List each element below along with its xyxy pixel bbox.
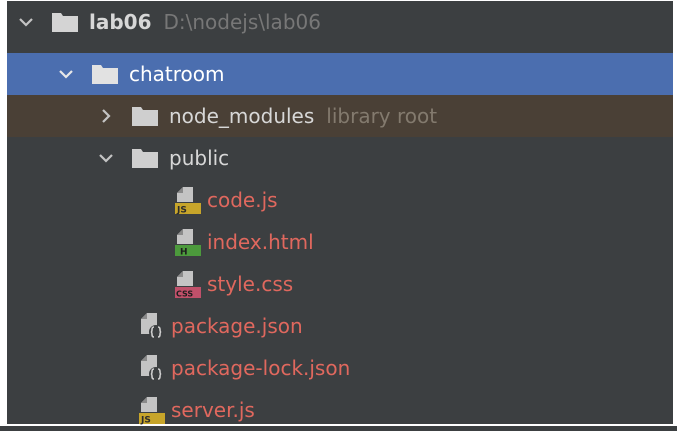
- tree-node-label: package.json: [171, 314, 303, 338]
- tree-node-label: server.js: [171, 398, 255, 422]
- tree-node-public[interactable]: public: [7, 137, 673, 179]
- tree-node-label: chatroom: [129, 62, 225, 86]
- tree-node-style-css[interactable]: CSS style.css: [7, 263, 673, 305]
- tree-node-label: index.html: [207, 230, 314, 254]
- js-file-icon: JS: [171, 184, 203, 216]
- js-badge-text: JS: [176, 206, 187, 216]
- css-badge-text: CSS: [176, 290, 193, 299]
- folder-icon: [51, 11, 79, 33]
- chevron-down-icon[interactable]: [55, 63, 77, 85]
- js-file-icon: JS: [135, 394, 167, 426]
- tree-node-node-modules[interactable]: node_modules library root: [7, 95, 673, 137]
- tree-node-package-lock-json[interactable]: package-lock.json: [7, 347, 673, 389]
- tree-node-lab06[interactable]: lab06 D:\nodejs\lab06: [7, 1, 673, 43]
- html-file-icon: H: [171, 226, 203, 258]
- folder-icon: [131, 105, 159, 127]
- css-file-icon: CSS: [171, 268, 203, 300]
- library-root-label: library root: [326, 104, 438, 128]
- json-file-icon: [135, 310, 167, 342]
- folder-icon: [91, 63, 119, 85]
- tree-node-index-html[interactable]: H index.html: [7, 221, 673, 263]
- chevron-right-icon[interactable]: [95, 105, 117, 127]
- json-file-icon: [135, 352, 167, 384]
- tree-node-chatroom[interactable]: chatroom: [7, 53, 673, 95]
- tree-node-label: package-lock.json: [171, 356, 351, 380]
- tree-node-code-js[interactable]: JS code.js: [7, 179, 673, 221]
- tree-node-label: public: [169, 146, 230, 170]
- js-badge-text: JS: [140, 416, 151, 426]
- tree-node-label: node_modules: [169, 104, 315, 128]
- tree-node-package-json[interactable]: package.json: [7, 305, 673, 347]
- tree-node-label: style.css: [207, 272, 294, 296]
- tree-node-server-js[interactable]: JS server.js: [7, 389, 673, 431]
- tree-node-label: lab06: [89, 10, 152, 34]
- project-tree[interactable]: lab06 D:\nodejs\lab06 chatroom node_modu…: [0, 0, 677, 426]
- tree-node-label: code.js: [207, 188, 278, 212]
- folder-icon: [131, 147, 159, 169]
- chevron-down-icon[interactable]: [95, 147, 117, 169]
- html-badge-text: H: [180, 248, 188, 258]
- tree-node-path: D:\nodejs\lab06: [163, 10, 321, 34]
- chevron-down-icon[interactable]: [15, 11, 37, 33]
